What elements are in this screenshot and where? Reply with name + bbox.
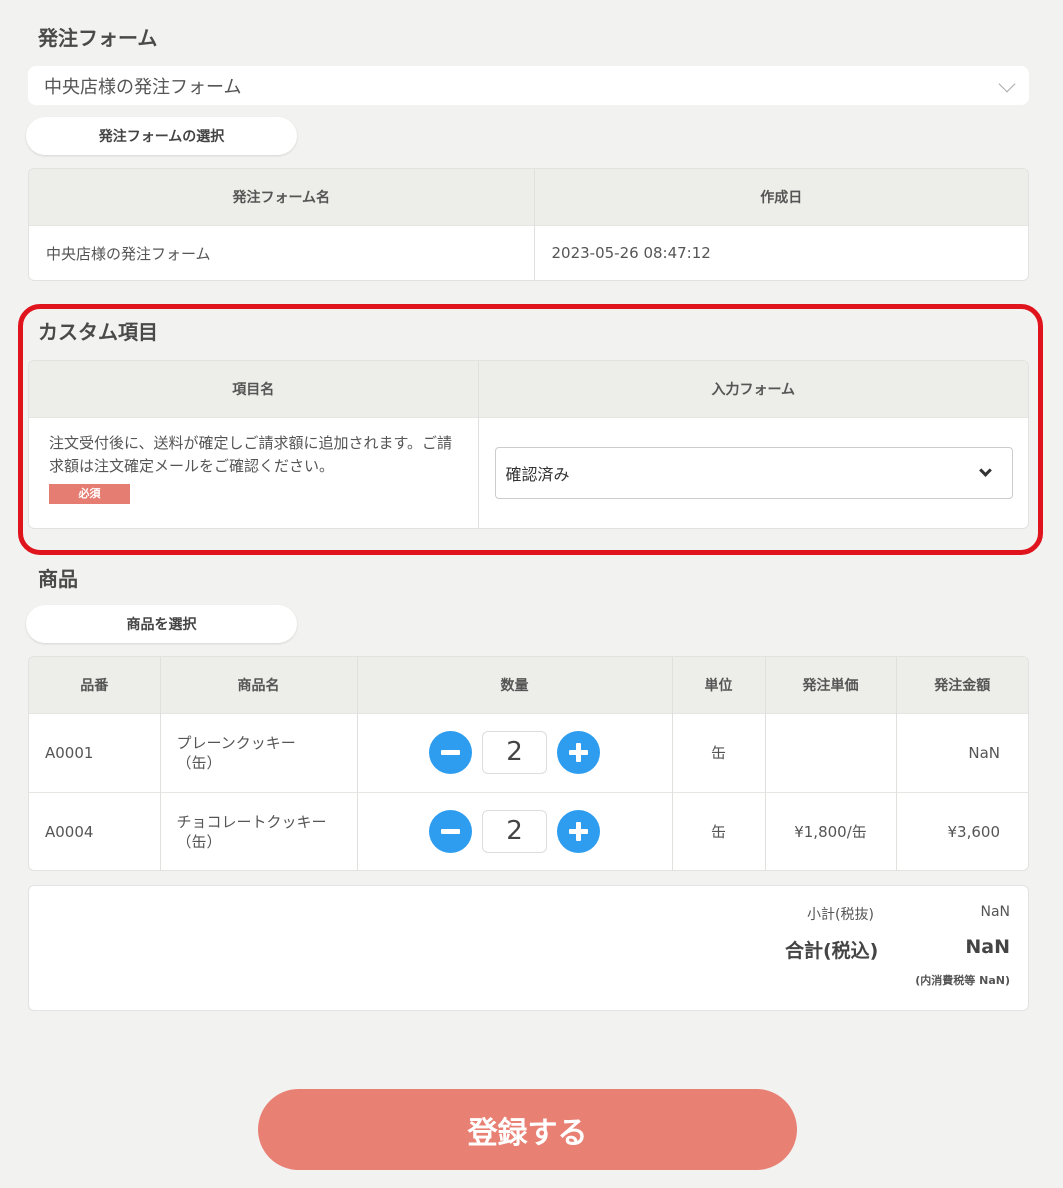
product-name-cell: プレーンクッキー （缶） xyxy=(159,712,357,792)
col-header-unit: 単位 xyxy=(671,657,765,713)
chevron-down-icon xyxy=(998,75,1016,93)
select-product-button[interactable]: 商品を選択 xyxy=(26,605,297,643)
product-code: A0004 xyxy=(29,791,160,870)
quantity-input[interactable]: 2 xyxy=(482,810,547,854)
col-header-product-name: 商品名 xyxy=(159,657,357,713)
col-header-amount: 発注金額 xyxy=(895,657,1028,713)
amount-cell: ¥3,600 xyxy=(895,791,1028,870)
order-form-select-value: 中央店様の発注フォーム xyxy=(44,76,242,98)
unit-cell: 缶 xyxy=(671,791,765,870)
increment-button[interactable] xyxy=(557,810,600,854)
quantity-cell: 2 xyxy=(356,712,672,792)
subtotal-label: 小計(税抜) xyxy=(807,907,874,923)
col-header-quantity: 数量 xyxy=(356,657,672,713)
products-title: 商品 xyxy=(38,567,78,591)
product-name-sub: （缶） xyxy=(176,832,222,851)
unit-price-cell: ¥1,800/缶 xyxy=(764,791,896,870)
decrement-button[interactable] xyxy=(429,810,472,854)
product-code: A0001 xyxy=(29,712,160,792)
totals-panel: 小計(税抜) NaN 合計(税込) NaN (内消費税等 NaN) xyxy=(28,885,1029,1011)
submit-button[interactable]: 登録する xyxy=(258,1089,797,1170)
order-form-table: 発注フォーム名 作成日 中央店様の発注フォーム 2023-05-26 08:47… xyxy=(28,168,1029,281)
col-header-created: 作成日 xyxy=(533,169,1028,225)
minus-icon xyxy=(441,829,460,835)
total-label: 合計(税込) xyxy=(785,940,879,962)
quantity-stepper: 2 xyxy=(358,810,672,854)
col-header-unit-price: 発注単価 xyxy=(764,657,896,713)
product-name-cell: チョコレートクッキー （缶） xyxy=(159,791,357,870)
highlight-frame xyxy=(18,304,1043,555)
product-name: チョコレートクッキー xyxy=(176,812,327,831)
amount-cell: NaN xyxy=(895,712,1028,792)
col-header-form-name: 発注フォーム名 xyxy=(29,169,534,225)
select-order-form-button[interactable]: 発注フォームの選択 xyxy=(26,117,297,155)
order-form-title: 発注フォーム xyxy=(38,26,158,50)
unit-price-cell xyxy=(764,712,896,792)
quantity-cell: 2 xyxy=(356,791,672,870)
col-header-code: 品番 xyxy=(29,657,160,713)
products-table: 品番 商品名 数量 単位 発注単価 発注金額 A0001 プレーンクッキー （缶… xyxy=(28,656,1029,871)
minus-icon xyxy=(441,750,460,755)
created-date-cell: 2023-05-26 08:47:12 xyxy=(533,224,1028,280)
product-name: プレーンクッキー xyxy=(176,733,296,752)
subtotal-value: NaN xyxy=(980,904,1010,920)
increment-button[interactable] xyxy=(557,731,600,774)
quantity-stepper: 2 xyxy=(358,731,672,774)
tax-note: (内消費税等 NaN) xyxy=(915,974,1010,987)
order-form-select[interactable]: 中央店様の発注フォーム xyxy=(28,66,1029,105)
table-row: A0001 プレーンクッキー （缶） 2 缶 NaN xyxy=(29,712,1028,792)
decrement-button[interactable] xyxy=(429,731,472,774)
table-row: A0004 チョコレートクッキー （缶） 2 缶 ¥1,800/缶 ¥3,600 xyxy=(29,791,1028,870)
form-name-cell: 中央店様の発注フォーム xyxy=(29,224,534,280)
product-name-sub: （缶） xyxy=(176,753,222,772)
quantity-input[interactable]: 2 xyxy=(482,731,547,774)
total-value: NaN xyxy=(965,936,1010,958)
unit-cell: 缶 xyxy=(671,712,765,792)
